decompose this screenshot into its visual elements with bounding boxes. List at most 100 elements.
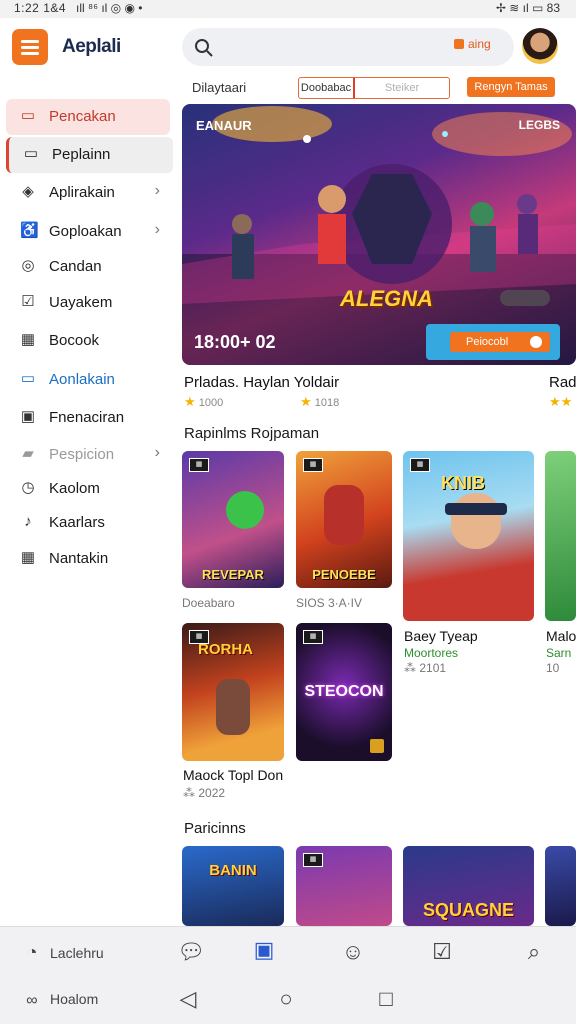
game-card[interactable]: SQUAGNE xyxy=(403,846,534,926)
game-card[interactable]: ▦ xyxy=(296,846,392,926)
game-card[interactable] xyxy=(545,451,576,621)
game-card[interactable]: ▦ KNIB xyxy=(403,451,534,621)
card-meta-value: 2022 xyxy=(198,786,226,800)
featured-meta: ★ 1000 xyxy=(184,394,223,410)
sidebar-item-11[interactable]: ▦ Nantakin xyxy=(6,541,170,577)
sidebar-item-0[interactable]: ▭ Pencakan xyxy=(6,99,170,135)
mail-icon[interactable]: ▣ xyxy=(251,937,277,963)
sidebar-item-bocook[interactable]: ▦ Bocook xyxy=(6,323,170,359)
card-subtitle: Doeabaro xyxy=(182,596,235,610)
featured-rating: 1000 xyxy=(198,397,224,409)
user-icon[interactable]: ☺ xyxy=(340,939,366,965)
home-icon[interactable]: ○ xyxy=(273,986,299,1012)
system-nav: ∞ Hoalom ◁ ○ □ xyxy=(0,982,576,1024)
section-title: Paricinns xyxy=(184,820,246,837)
chat-bubble-icon[interactable]: 💬︎ xyxy=(177,939,205,965)
game-card[interactable]: ▦ STEOCON xyxy=(296,623,392,761)
sidebar-item-1[interactable]: ▭ Peplainn xyxy=(6,137,173,173)
app-title: Aeplali xyxy=(62,36,121,57)
badge-icon: ▦ xyxy=(303,630,323,644)
sidebar-item-7[interactable]: ▣ Fnenaciran xyxy=(6,400,170,436)
status-icons-left: ıll ⁸⁶ ıl ◎ ◉ • xyxy=(76,1,143,15)
game-card[interactable]: ▦ PENOEBE xyxy=(296,451,392,588)
badge-icon: ▦ xyxy=(303,458,323,472)
sidebar-item-9[interactable]: ◷ Kaolom xyxy=(6,471,170,507)
card-title[interactable]: Malo xyxy=(546,628,576,644)
sidebar-item-label: Pespicion xyxy=(49,446,115,463)
star-icon: ★ xyxy=(300,394,312,409)
sidebar-item-label: Candan xyxy=(49,258,102,275)
nav-label-hoalom[interactable]: Hoalom xyxy=(50,991,98,1007)
card-meta-value: 2101 xyxy=(419,661,447,675)
sidebar-item-label: Bocook xyxy=(49,332,100,349)
hero-tag-left: EANAUR xyxy=(196,118,252,133)
players-icon: ⁂ xyxy=(183,786,195,800)
hero-cta-button[interactable]: Peiocobl xyxy=(426,324,560,360)
card-meta: ⁂ 2022 xyxy=(183,786,225,800)
featured-title[interactable]: Rad xyxy=(549,374,576,391)
image-icon: ▣ xyxy=(20,408,36,425)
character-art xyxy=(216,679,250,735)
sidebar-item-8[interactable]: ▰ Pespicion › xyxy=(6,437,170,473)
hero-art xyxy=(324,485,364,545)
bottom-nav: ◔ Laclehru 💬︎ ▣ ☺ ☑ ⌕ xyxy=(0,926,576,983)
link-icon[interactable]: ∞ xyxy=(19,988,45,1014)
sidebar-item-2[interactable]: ◈ Aplirakain › xyxy=(6,175,170,211)
sidebar-item-label: Uayakem xyxy=(49,294,113,311)
card-caption: REVEPAR xyxy=(202,567,264,582)
card-caption: BANIN xyxy=(209,862,257,879)
status-icons-right: ✢ ≋ ıl ▭ 83 xyxy=(495,1,560,15)
checkbox-icon[interactable]: ☑ xyxy=(429,939,455,965)
chevron-right-icon: › xyxy=(154,221,160,238)
hero-banner[interactable]: EANAUR LEGBS ALEGNA 18:00+ 02 Peiocobl xyxy=(182,104,576,365)
sidebar-item-label: Aplirakain xyxy=(49,184,115,201)
circle-icon: ◎ xyxy=(21,257,35,274)
rengyn-button[interactable]: Rengyn Tamas xyxy=(467,77,555,97)
back-icon[interactable]: ◁ xyxy=(175,986,201,1012)
tab-steiker[interactable]: Steiker xyxy=(355,78,449,98)
search-icon[interactable]: ⌕ xyxy=(521,939,547,965)
sidebar-item-4[interactable]: ◎ Candan xyxy=(6,249,170,285)
music-icon: ♪ xyxy=(24,513,32,530)
game-card[interactable]: ▦ RORHA xyxy=(182,623,284,761)
recents-icon[interactable]: □ xyxy=(373,986,399,1012)
sidebar-item-label: Pencakan xyxy=(49,108,116,125)
card-title[interactable]: Maock Topl Don xyxy=(183,767,283,783)
chevron-right-icon: › xyxy=(154,444,160,461)
square-icon: ▭ xyxy=(20,370,36,387)
nav-label-laclehru[interactable]: Laclehru xyxy=(50,945,104,961)
card-caption: PENOEBE xyxy=(312,567,376,582)
character-art xyxy=(451,493,501,549)
menu-bar-mid xyxy=(21,46,39,49)
card-subtitle: SIOS 3·A·IV xyxy=(296,596,363,610)
sidebar-item-label: Goploakan xyxy=(49,223,122,240)
q-icon[interactable]: ◔ xyxy=(19,939,45,965)
status-bar: 1:22 1&4 ıll ⁸⁶ ıl ◎ ◉ • ✢ ≋ ıl ▭ 83 xyxy=(0,0,576,18)
card-meta: ⁂ 2101 xyxy=(404,661,446,675)
search-chip[interactable]: aing xyxy=(454,37,491,51)
card-genre: Moortores xyxy=(404,646,459,660)
bag-icon xyxy=(454,39,464,49)
sidebar-item-6[interactable]: ▭ Aonlakain xyxy=(6,362,170,398)
sidebar-item-label: Fnenaciran xyxy=(49,409,125,426)
game-card[interactable]: BANIN xyxy=(182,846,284,926)
sidebar-item-3[interactable]: ♿ Goploakan › xyxy=(6,214,170,250)
avatar[interactable] xyxy=(522,28,558,64)
sidebar-item-label: Nantakin xyxy=(49,550,109,567)
card-title[interactable]: Baey Tyeap xyxy=(404,628,478,644)
card-meta: 10 xyxy=(546,661,560,675)
sidebar-item-10[interactable]: ♪ Kaarlars xyxy=(6,505,170,541)
sidebar-item-5[interactable]: ☑ Uayakem xyxy=(6,285,170,321)
sidebar-item-label: Kaarlars xyxy=(49,514,105,531)
game-card[interactable] xyxy=(545,846,576,926)
tab-doobabac[interactable]: Doobabac xyxy=(299,78,355,98)
sidebar-item-label: Peplainn xyxy=(52,146,111,163)
card-caption: STEOCON xyxy=(304,683,384,700)
star-icon: ★ xyxy=(184,394,196,409)
sidebar-item-label: Aonlakain xyxy=(49,371,115,388)
game-card[interactable]: ▦ REVEPAR xyxy=(182,451,284,588)
menu-button[interactable] xyxy=(12,29,48,65)
menu-bar-top xyxy=(21,40,39,43)
featured-title[interactable]: Prladas. Haylan Yoldair xyxy=(184,374,339,391)
search-chip-label: aing xyxy=(468,37,491,51)
